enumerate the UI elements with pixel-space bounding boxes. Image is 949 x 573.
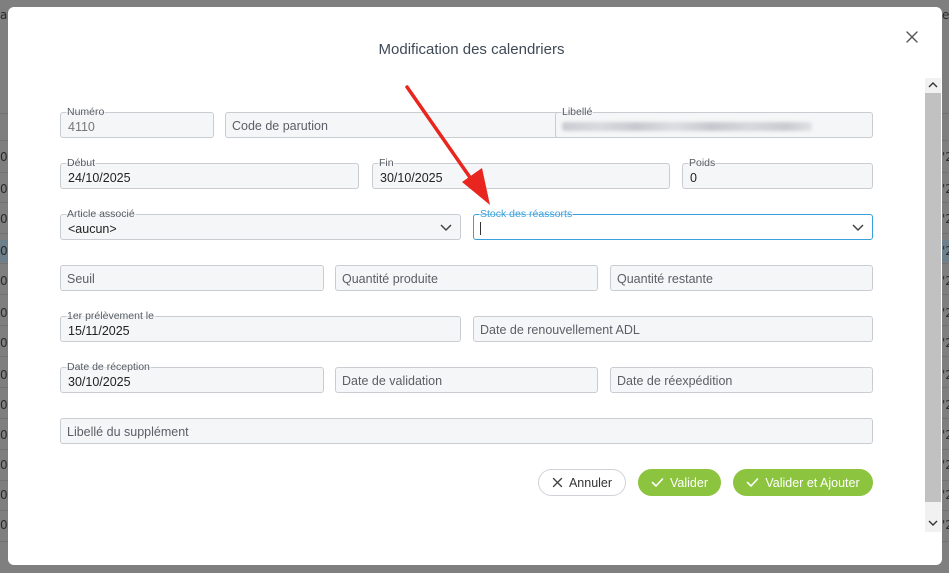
date-validation-field[interactable]: Date de validation: [335, 367, 598, 393]
background-right-text: '2: [942, 150, 949, 164]
date-reception-value: 30/10/2025: [68, 375, 131, 389]
scroll-up-arrow[interactable]: [925, 78, 941, 92]
premier-prelevement-label: 1er prélèvement le: [66, 310, 155, 322]
scroll-thumb[interactable]: [925, 93, 941, 502]
cancel-button-label: Annuler: [568, 475, 613, 490]
stock-reassorts-label: Stock des réassorts: [479, 208, 574, 220]
numero-value: 4110: [68, 120, 95, 134]
numero-field[interactable]: Numéro 4110: [60, 106, 214, 138]
chevron-down-icon: [928, 520, 938, 526]
debut-field[interactable]: Début 24/10/2025: [60, 157, 359, 189]
validate-button[interactable]: Valider: [638, 469, 721, 496]
quantite-restante-placeholder: Quantité restante: [617, 272, 713, 286]
background-right-text: '2: [942, 368, 949, 382]
modal-scrollbar[interactable]: [925, 78, 941, 532]
validate-button-label: Valider: [670, 475, 708, 490]
date-reexpedition-field[interactable]: Date de réexpédition: [610, 367, 873, 393]
chevron-down-icon[interactable]: [440, 223, 452, 233]
close-icon: [552, 477, 563, 488]
fin-value: 30/10/2025: [380, 171, 443, 185]
background-right-text: '2: [942, 244, 949, 258]
background-right-text: '2: [942, 336, 949, 350]
date-renouvellement-placeholder: Date de renouvellement ADL: [480, 323, 640, 337]
libelle-supplement-field[interactable]: Libellé du supplément: [60, 418, 873, 444]
background-right-text: '2: [942, 182, 949, 196]
date-renouvellement-field[interactable]: Date de renouvellement ADL: [473, 316, 873, 342]
background-right-text: '2: [942, 428, 949, 442]
validate-and-add-button-label: Valider et Ajouter: [765, 475, 860, 490]
poids-label: Poids: [688, 157, 717, 169]
quantite-produite-field[interactable]: Quantité produite: [335, 265, 598, 291]
libelle-label: Libellé: [561, 106, 594, 118]
debut-label: Début: [66, 157, 97, 169]
code-parution-field[interactable]: Code de parution: [225, 112, 570, 138]
libelle-supplement-placeholder: Libellé du supplément: [67, 425, 189, 439]
stock-reassorts-select[interactable]: Stock des réassorts: [473, 208, 873, 240]
edit-calendar-modal: Modification des calendriers Numéro 4110…: [8, 7, 942, 565]
cancel-button[interactable]: Annuler: [538, 469, 626, 496]
date-reexpedition-placeholder: Date de réexpédition: [617, 374, 733, 388]
validate-and-add-button[interactable]: Valider et Ajouter: [733, 469, 873, 496]
close-icon[interactable]: [904, 29, 920, 45]
background-right-text: '2: [942, 458, 949, 472]
debut-value: 24/10/2025: [68, 171, 131, 185]
libelle-blurred-value: [562, 122, 812, 131]
fin-label: Fin: [378, 157, 395, 169]
code-parution-placeholder: Code de parution: [232, 119, 328, 133]
scroll-down-arrow[interactable]: [925, 516, 941, 530]
modal-title: Modification des calendriers: [378, 41, 565, 58]
background-right-text: '2: [942, 212, 949, 226]
seuil-placeholder: Seuil: [67, 272, 95, 286]
date-reception-label: Date de réception: [66, 361, 151, 373]
libelle-field[interactable]: Libellé: [555, 106, 873, 138]
premier-prelevement-value: 15/11/2025: [68, 324, 130, 338]
background-right-text: '2: [942, 306, 949, 320]
background-right-text: e: [942, 8, 949, 22]
article-associe-select[interactable]: Article associé <aucun>: [60, 208, 461, 240]
fin-field[interactable]: Fin 30/10/2025: [372, 157, 670, 189]
chevron-down-icon[interactable]: [852, 223, 864, 233]
quantite-produite-placeholder: Quantité produite: [342, 272, 438, 286]
background-right-text: '2: [942, 488, 949, 502]
check-icon: [651, 478, 664, 487]
poids-field[interactable]: Poids 0: [682, 157, 873, 189]
numero-label: Numéro: [66, 106, 106, 118]
text-cursor: [480, 222, 481, 235]
article-associe-value: <aucun>: [68, 222, 117, 236]
background-right-text: '2: [942, 518, 949, 532]
poids-value: 0: [690, 171, 697, 185]
background-right-text: '2: [942, 398, 949, 412]
background-right-text: '2: [942, 274, 949, 288]
check-icon: [747, 478, 759, 487]
article-associe-label: Article associé: [66, 208, 136, 220]
chevron-up-icon: [928, 82, 938, 88]
seuil-field[interactable]: Seuil: [60, 265, 324, 291]
date-validation-placeholder: Date de validation: [342, 374, 443, 388]
premier-prelevement-field[interactable]: 1er prélèvement le 15/11/2025: [60, 310, 461, 342]
quantite-restante-field[interactable]: Quantité restante: [610, 265, 873, 291]
date-reception-field[interactable]: Date de réception 30/10/2025: [60, 361, 324, 393]
